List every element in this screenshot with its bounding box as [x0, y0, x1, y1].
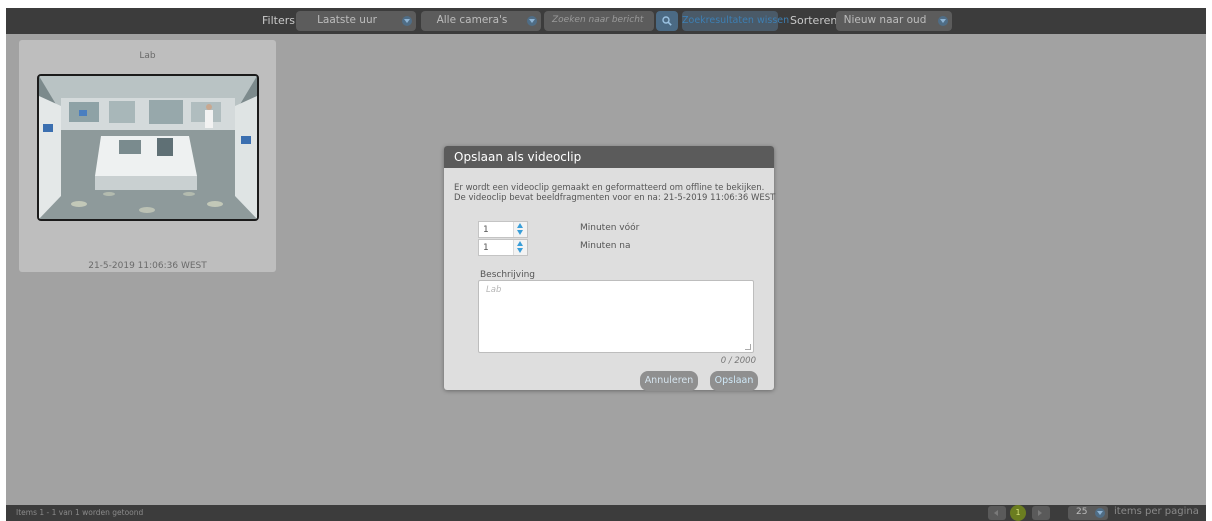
sort-value: Nieuw naar oud: [843, 14, 927, 26]
previous-page-button[interactable]: [988, 506, 1006, 520]
dialog-description-line1: Er wordt een videoclip gemaakt en geform…: [454, 183, 765, 193]
pager-bar: Items 1 - 1 van 1 worden getoond 1 25 it…: [6, 505, 1206, 521]
chevron-down-icon: [1095, 508, 1105, 518]
camera-filter-value: Alle camera's: [436, 14, 508, 26]
time-filter-select[interactable]: Laatste uur: [296, 11, 416, 31]
filter-toolbar: Filters: Laatste uur Alle camera's Zoeke…: [6, 8, 1206, 34]
resize-handle-icon[interactable]: [745, 344, 751, 350]
minutes-after-label: Minuten na: [580, 241, 631, 251]
app-frame: Filters: Laatste uur Alle camera's Zoeke…: [6, 8, 1206, 521]
search-icon: [662, 16, 672, 26]
description-label: Beschrijving: [480, 270, 535, 280]
items-status: Items 1 - 1 van 1 worden getoond: [16, 508, 144, 517]
minutes-after-stepper[interactable]: 1: [478, 239, 528, 256]
stepper-arrows[interactable]: [513, 222, 527, 237]
minutes-before-label: Minuten vóór: [580, 223, 640, 233]
search-placeholder: Zoeken naar bericht: [552, 15, 644, 25]
event-card[interactable]: Lab 21-5-2019 11:06:36 WEST: [19, 40, 276, 272]
arrow-up-icon[interactable]: [517, 241, 523, 246]
per-page-select[interactable]: 25: [1068, 506, 1108, 520]
minutes-after-value: 1: [483, 243, 489, 253]
dialog-description: Er wordt een videoclip gemaakt en geform…: [454, 183, 775, 203]
time-filter-value: Laatste uur: [317, 14, 377, 26]
clear-results-button[interactable]: Zoekresultaten wissen: [682, 11, 789, 31]
save-clip-dialog: Opslaan als videoclip Er wordt een video…: [444, 146, 775, 391]
char-counter: 0 / 2000: [720, 356, 756, 366]
per-page-label: items per pagina: [1114, 506, 1199, 517]
stepper-arrows[interactable]: [513, 240, 527, 255]
event-timestamp: 21-5-2019 11:06:36 WEST: [88, 261, 207, 271]
search-button[interactable]: [656, 11, 678, 31]
current-page[interactable]: 1: [1010, 505, 1026, 521]
sort-select[interactable]: Nieuw naar oud: [836, 11, 952, 31]
chevron-down-icon: [527, 16, 537, 26]
chevron-down-icon: [402, 16, 412, 26]
arrow-down-icon[interactable]: [517, 248, 523, 253]
dialog-title: Opslaan als videoclip: [454, 150, 582, 164]
camera-filter-select[interactable]: Alle camera's: [421, 11, 541, 31]
lab-camera-image: [39, 76, 257, 219]
arrow-up-icon[interactable]: [517, 223, 523, 228]
camera-name: Lab: [139, 51, 156, 61]
cancel-button[interactable]: Annuleren: [640, 371, 698, 391]
minutes-before-stepper[interactable]: 1: [478, 221, 528, 238]
per-page-value: 25: [1076, 507, 1088, 517]
filters-label: Filters:: [262, 14, 299, 27]
sort-label: Sorteren:: [790, 14, 842, 27]
chevron-down-icon: [938, 16, 948, 26]
minutes-before-value: 1: [483, 225, 489, 235]
save-button[interactable]: Opslaan: [710, 371, 758, 391]
search-input[interactable]: Zoeken naar bericht: [544, 11, 654, 31]
dialog-description-line2: De videoclip bevat beeldfragmenten voor …: [454, 193, 776, 203]
next-page-button[interactable]: [1032, 506, 1050, 520]
description-placeholder: Lab: [486, 285, 502, 295]
camera-snapshot[interactable]: [37, 74, 259, 221]
description-textarea[interactable]: Lab: [478, 280, 754, 353]
arrow-down-icon[interactable]: [517, 230, 523, 235]
